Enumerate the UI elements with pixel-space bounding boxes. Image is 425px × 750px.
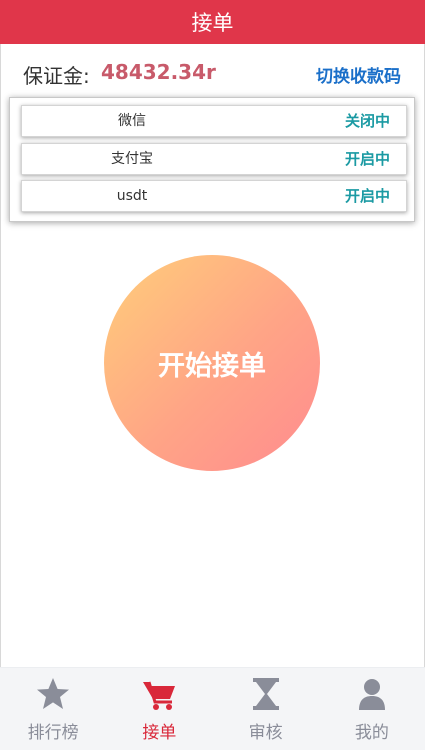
tab-mine[interactable]: 我的 <box>319 668 425 750</box>
bottom-tabbar: 排行榜 接单 审核 我的 <box>0 667 425 750</box>
channel-status-toggle[interactable]: 开启中 <box>345 144 390 174</box>
channel-status-toggle[interactable]: 关闭中 <box>345 106 390 136</box>
channel-name: 微信 <box>118 113 146 129</box>
tab-review[interactable]: 审核 <box>213 668 319 750</box>
channel-row-wechat: 微信 关闭中 <box>21 105 407 137</box>
tab-ranking[interactable]: 排行榜 <box>0 668 106 750</box>
page-title: 接单 <box>191 11 234 35</box>
star-icon <box>37 678 70 709</box>
tab-label: 审核 <box>248 723 283 743</box>
channel-row-usdt: usdt 开启中 <box>21 180 407 212</box>
switch-qr-button[interactable]: 切换收款码 <box>316 62 401 87</box>
tab-label: 排行榜 <box>27 723 79 743</box>
deposit-amount: 48432.34r <box>101 60 216 84</box>
channel-row-alipay: 支付宝 开启中 <box>21 143 407 175</box>
tab-label: 我的 <box>354 723 389 743</box>
start-order-button[interactable]: 开始接单 <box>104 255 320 471</box>
header-bar: 接单 <box>0 0 425 44</box>
hourglass-icon <box>252 678 279 710</box>
start-order-label: 开始接单 <box>158 350 266 382</box>
channel-name: 支付宝 <box>111 151 153 167</box>
deposit-label: 保证金: <box>23 64 90 88</box>
user-icon <box>358 679 385 710</box>
deposit-row: 保证金: 48432.34r 切换收款码 <box>0 44 425 96</box>
channel-name: usdt <box>116 188 148 204</box>
channel-status-toggle[interactable]: 开启中 <box>345 181 390 211</box>
channel-panel: 微信 关闭中 支付宝 开启中 usdt 开启中 <box>9 97 415 222</box>
cart-icon <box>143 681 176 710</box>
tab-label: 接单 <box>142 723 177 743</box>
tab-orders[interactable]: 接单 <box>106 668 212 750</box>
